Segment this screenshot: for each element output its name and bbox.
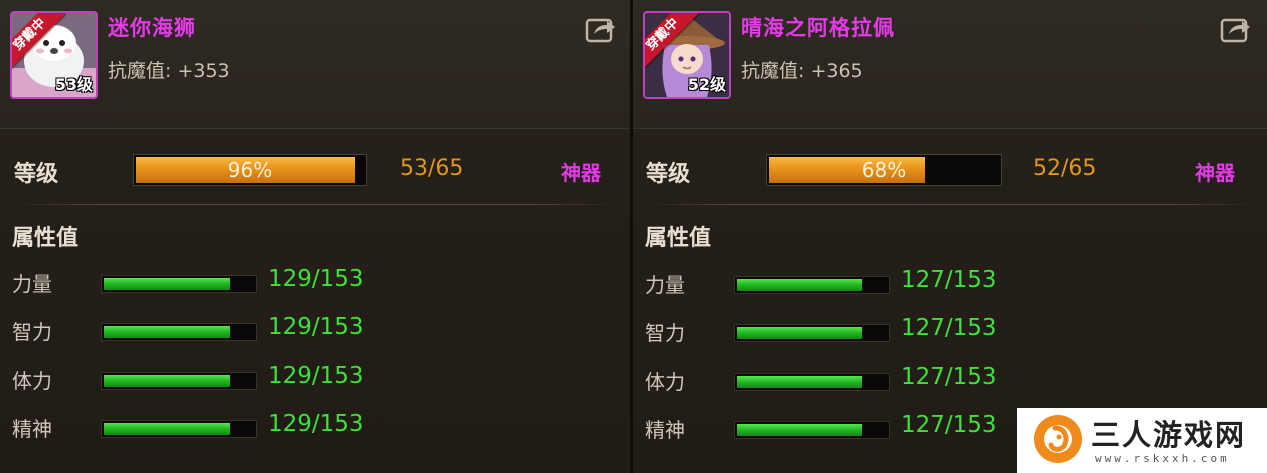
stat-label: 力量 [645,273,685,297]
stat-fill [104,375,231,387]
exp-percent: 96% [227,158,273,182]
stat-label: 力量 [12,272,52,296]
exp-progress-bar: 96% [133,154,367,186]
avatar-level: 52级 [687,75,726,94]
stat-value: 127/153 [901,315,997,341]
attributes-title: 属性值 [12,226,79,251]
stat-fill [737,327,862,339]
watermark-url: www.rskxxh.com [1095,452,1230,465]
hero-name: 迷你海狮 [108,16,196,40]
stat-row-intellect: 智力 129/153 [0,312,630,352]
magic-resist: 抗魔值: +353 [108,56,230,83]
stat-fill [104,423,231,435]
stat-row-stamina: 体力 127/153 [633,362,1267,402]
stat-value: 129/153 [268,266,364,292]
stat-row-strength: 力量 127/153 [633,265,1267,305]
attributes-title: 属性值 [645,226,712,251]
magic-resist: 抗魔值: +365 [741,56,863,83]
hero-header: 穿戴中 53级 迷你海狮 抗魔值: +353 [0,0,630,129]
exp-percent: 68% [861,158,907,182]
stat-label: 智力 [12,320,52,344]
site-watermark: 三人游戏网 www.rskxxh.com [1017,408,1267,473]
magic-resist-label: 抗魔值: [108,60,172,82]
site-logo-icon [1034,415,1082,463]
stat-value: 127/153 [901,412,997,438]
magic-resist-value: +365 [810,60,863,82]
stat-bar [101,323,257,341]
stat-value: 127/153 [901,364,997,390]
stat-bar [734,276,890,294]
stat-value: 127/153 [901,267,997,293]
hero-avatar[interactable]: 穿戴中 52级 [643,11,731,99]
stat-label: 体力 [12,369,52,393]
exp-progress-bar: 68% [766,154,1002,186]
stat-row-stamina: 体力 129/153 [0,361,630,401]
stat-bar [734,421,890,439]
stat-row-intellect: 智力 127/153 [633,313,1267,353]
stat-row-spirit: 精神 129/153 [0,409,630,449]
divider-line [643,204,1257,205]
watermark-title: 三人游戏网 [1091,418,1247,452]
level-progress: 53/65 [400,156,464,181]
stat-label: 精神 [645,418,685,442]
hero-header: 穿戴中 52级 晴海之阿格拉佩 抗魔值: +365 [633,0,1267,129]
artifact-link[interactable]: 神器 [561,157,601,186]
stat-bar [734,373,890,391]
divider-line [10,204,620,205]
stat-row-strength: 力量 129/153 [0,264,630,304]
stat-value: 129/153 [268,411,364,437]
stat-fill [737,376,862,388]
stat-label: 体力 [645,370,685,394]
hero-name: 晴海之阿格拉佩 [741,16,895,40]
magic-resist-label: 抗魔值: [741,60,805,82]
stat-bar [734,324,890,342]
stat-bar [101,372,257,390]
hero-panel-right: 穿戴中 52级 晴海之阿格拉佩 抗魔值: +365 等级 68% 52/65 神… [633,0,1267,473]
stat-fill [104,278,231,290]
level-progress: 52/65 [1033,156,1097,181]
stat-bar [101,420,257,438]
level-label: 等级 [14,162,59,187]
magic-resist-value: +353 [177,60,230,82]
stat-label: 智力 [645,321,685,345]
share-icon[interactable] [585,14,617,44]
hero-avatar[interactable]: 穿戴中 53级 [10,11,98,99]
stat-fill [737,424,862,436]
stat-bar [101,275,257,293]
avatar-level: 53级 [54,75,93,94]
stat-label: 精神 [12,417,52,441]
hero-panel-left: 穿戴中 53级 迷你海狮 抗魔值: +353 等级 96% 53/65 神器 属… [0,0,630,473]
share-icon[interactable] [1220,14,1252,44]
level-label: 等级 [646,162,691,187]
stat-fill [737,279,862,291]
stat-value: 129/153 [268,314,364,340]
stat-fill [104,326,231,338]
stat-value: 129/153 [268,363,364,389]
artifact-link[interactable]: 神器 [1195,157,1235,186]
